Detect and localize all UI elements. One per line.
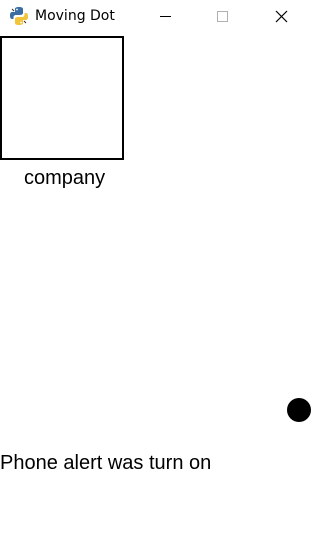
app-window: Moving Dot company Phone alert was turn … xyxy=(0,0,311,533)
python-snake-icon xyxy=(9,6,29,26)
moving-dot xyxy=(287,398,311,422)
maximize-icon xyxy=(217,11,228,22)
minimize-icon xyxy=(160,16,171,17)
company-box xyxy=(0,36,124,160)
close-icon xyxy=(275,10,288,23)
window-title: Moving Dot xyxy=(35,8,115,24)
title-bar[interactable]: Moving Dot xyxy=(0,0,311,33)
close-button[interactable] xyxy=(259,0,305,33)
game-canvas[interactable]: company Phone alert was turn on xyxy=(0,33,311,533)
minimize-button[interactable] xyxy=(142,0,188,33)
box-label: company xyxy=(24,167,106,189)
maximize-button[interactable] xyxy=(199,0,245,33)
status-message: Phone alert was turn on xyxy=(0,452,212,474)
